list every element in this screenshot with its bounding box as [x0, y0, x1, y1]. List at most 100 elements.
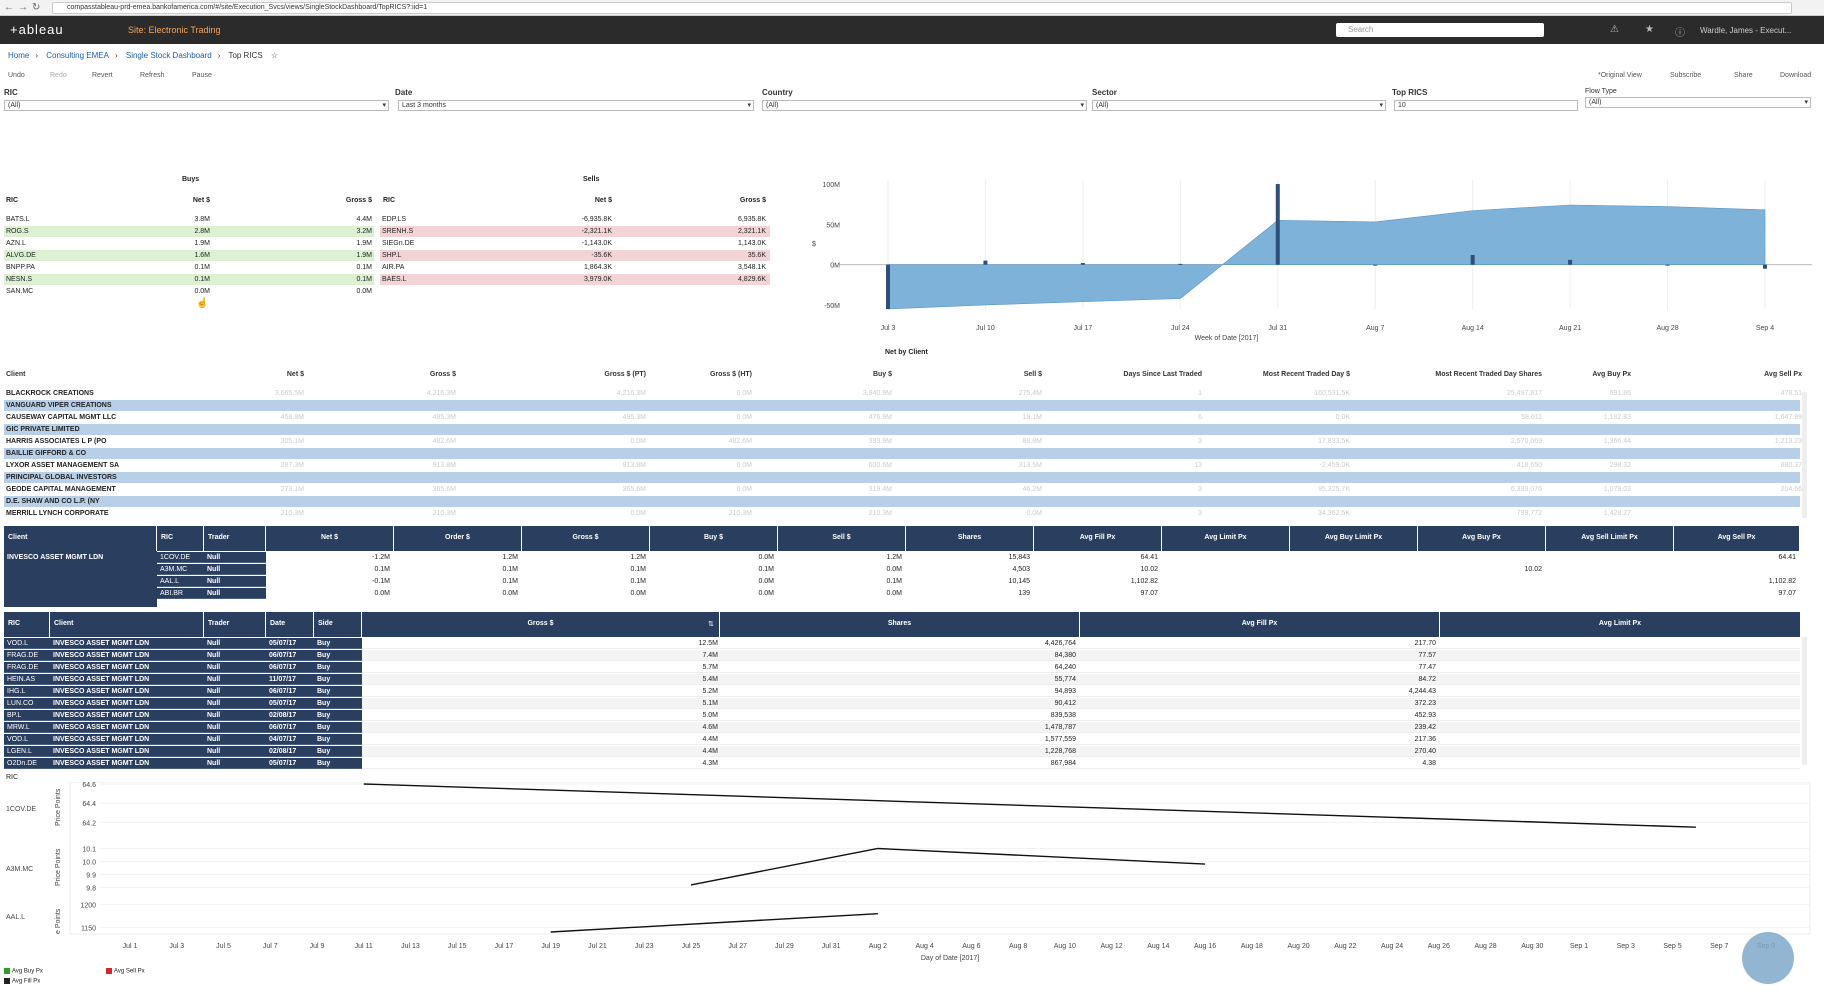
client-detail-col-header[interactable]: Client [4, 526, 157, 551]
trade-ric[interactable]: O2Dn.DE [4, 758, 50, 769]
tableau-logo[interactable]: +ableau [10, 22, 64, 37]
top-chart-bar[interactable] [1568, 259, 1573, 265]
trades-col-header[interactable]: RIC [4, 612, 50, 637]
sells-row[interactable]: SIEGn.DE -1,143.0K 1,143.0K [380, 238, 770, 249]
trades-col-header[interactable]: Trader [204, 612, 266, 637]
net-by-client-col-header[interactable]: Sell $ [982, 371, 1042, 378]
feedback-bubble-icon[interactable] [1742, 932, 1794, 984]
price-chart-line[interactable] [690, 847, 1206, 886]
client-detail-ric[interactable]: A3M.MC [157, 564, 204, 575]
client-detail-col-header[interactable]: Avg Buy Limit Px [1290, 526, 1418, 551]
filter-sector-select[interactable]: (All) ▾ [1092, 100, 1386, 111]
net-by-client-scrollbar[interactable] [1802, 392, 1807, 518]
top-chart-bar[interactable] [1178, 263, 1183, 265]
site-selector[interactable]: Site: Electronic Trading [128, 25, 221, 35]
net-by-client-col-header[interactable]: Gross $ (HT) [680, 371, 752, 378]
net-by-client-col-header[interactable]: Most Recent Traded Day Shares [1422, 371, 1542, 378]
search-input[interactable]: Search [1336, 23, 1544, 37]
client-detail-col-header[interactable]: RIC [157, 526, 204, 551]
help-icon[interactable]: ⓘ [1675, 24, 1685, 39]
client-row[interactable]: BLACKROCK CREATIONS 3,665.5M 4,216.3M 4,216… [4, 388, 1802, 399]
trades-col-header[interactable]: Avg Limit Px [1440, 612, 1800, 637]
sells-row[interactable]: SHP.L -35.6K 35.6K [380, 250, 770, 261]
net-by-client-col-header[interactable]: Avg Buy Px [1575, 371, 1631, 378]
sells-row[interactable]: AIR.PA 1,864.3K 3,548.1K [380, 262, 770, 273]
revert-button[interactable]: Revert [92, 72, 113, 79]
sells-row[interactable]: BAES.L 3,979.0K 4,829.6K [380, 274, 770, 285]
breadcrumb-home[interactable]: Home [8, 51, 29, 60]
trade-ric[interactable]: IHG.L [4, 686, 50, 697]
client-row[interactable]: PRINCIPAL GLOBAL INVESTORS [4, 472, 1800, 483]
undo-button[interactable]: Undo [8, 72, 25, 79]
buys-row[interactable]: NESN.S 0.1M 0.1M [4, 274, 374, 285]
top-chart-bar[interactable] [1275, 184, 1280, 265]
favorites-icon[interactable]: ★ [1645, 24, 1654, 35]
net-by-client-col-header[interactable]: Avg Sell Px [1702, 371, 1802, 378]
client-detail-ric[interactable]: 1COV.DE [157, 552, 204, 563]
trade-ric[interactable]: BP.L [4, 710, 50, 721]
breadcrumb-project[interactable]: Consulting EMEA [46, 51, 109, 60]
reload-icon[interactable]: ↻ [32, 2, 40, 13]
client-row[interactable]: D.E. SHAW AND CO L.P. (NY [4, 496, 1800, 507]
download-button[interactable]: Download [1780, 72, 1811, 79]
client-detail-ric[interactable]: AAL.L [157, 576, 204, 587]
filter-ric-select[interactable]: (All) ▾ [4, 100, 389, 111]
trade-ric[interactable]: FRAG.DE [4, 662, 50, 673]
client-row[interactable]: GIC PRIVATE LIMITED [4, 424, 1800, 435]
buys-row[interactable]: BNPP.PA 0.1M 0.1M [4, 262, 374, 273]
trades-col-header[interactable]: Shares [720, 612, 1080, 637]
buys-row[interactable]: BATS.L 3.8M 4.4M [4, 214, 374, 225]
share-button[interactable]: Share [1734, 72, 1753, 79]
buys-row[interactable]: ROG.S 2.8M 3.2M [4, 226, 374, 237]
client-detail-col-header[interactable]: Avg Sell Limit Px [1546, 526, 1674, 551]
net-by-client-col-header[interactable]: Gross $ (PT) [560, 371, 646, 378]
client-row[interactable]: VANGUARD VIPER CREATIONS [4, 400, 1800, 411]
price-chart-line[interactable] [363, 783, 1696, 828]
sells-row[interactable]: SRENH.S -2,321.1K 2,321.1K [380, 226, 770, 237]
trade-ric[interactable]: LGEN.L [4, 746, 50, 757]
trades-scrollbar[interactable] [1802, 637, 1807, 765]
buys-row[interactable]: SAN.MC 0.0M 0.0M [4, 286, 374, 297]
back-icon[interactable]: ← [4, 2, 14, 13]
forward-icon[interactable]: → [18, 2, 28, 13]
client-row[interactable]: LYXOR ASSET MANAGEMENT SA 287.3M 913.8M 913… [4, 460, 1802, 471]
client-detail-col-header[interactable]: Avg Limit Px [1162, 526, 1290, 551]
net-by-client-col-header[interactable]: Buy $ [820, 371, 892, 378]
sort-icon[interactable]: ⇅ [708, 620, 714, 628]
buys-row[interactable]: AZN.L 1.9M 1.9M [4, 238, 374, 249]
trade-ric[interactable]: LUN.CO [4, 698, 50, 709]
trades-col-header[interactable]: Side [314, 612, 362, 637]
client-row[interactable]: HARRIS ASSOCIATES L P (PO 305.1M 482.6M 0.0… [4, 436, 1802, 447]
client-detail-col-header[interactable]: Shares [906, 526, 1034, 551]
client-detail-col-header[interactable]: Avg Fill Px [1034, 526, 1162, 551]
subscribe-button[interactable]: Subscribe [1670, 72, 1701, 79]
trade-ric[interactable]: VOD.L [4, 638, 50, 649]
redo-button[interactable]: Redo [50, 72, 67, 79]
trade-ric[interactable]: MRW.L [4, 722, 50, 733]
client-detail-col-header[interactable]: Buy $ [650, 526, 778, 551]
net-by-client-col-header[interactable]: Most Recent Traded Day $ [1262, 371, 1350, 378]
user-menu[interactable]: Wardle, James - Execut... [1700, 26, 1791, 35]
filter-country-select[interactable]: (All) ▾ [762, 100, 1087, 111]
net-by-client-col-header[interactable]: Client [6, 371, 25, 378]
client-row[interactable]: MERRILL LYNCH CORPORATE 210.3M 210.3M 0.0M 2… [4, 508, 1800, 519]
legend-item[interactable]: Avg Fill Px [4, 978, 40, 985]
trade-ric[interactable]: HEIN.AS [4, 674, 50, 685]
top-chart-bar[interactable] [886, 264, 890, 309]
trades-col-header[interactable]: Date [266, 612, 314, 637]
client-row[interactable]: CAUSEWAY CAPITAL MGMT LLC 458.8M 495.3M 495… [4, 412, 1802, 423]
top-chart-bar[interactable] [1080, 263, 1085, 265]
top-chart-bar[interactable] [1373, 264, 1378, 266]
filter-date-select[interactable]: Last 3 months ▾ [398, 100, 754, 111]
top-chart-area[interactable] [887, 204, 1766, 310]
client-detail-ric[interactable]: ABI.BR [157, 588, 204, 599]
favorite-star-icon[interactable]: ☆ [271, 51, 278, 60]
top-chart-bar[interactable] [1470, 254, 1475, 265]
top-chart-bar[interactable] [1763, 264, 1767, 269]
top-chart-bar[interactable] [1665, 264, 1670, 266]
client-detail-col-header[interactable]: Gross $ [522, 526, 650, 551]
client-detail-col-header[interactable]: Avg Sell Px [1674, 526, 1800, 551]
trades-col-header[interactable]: Gross $ [362, 612, 720, 637]
client-detail-col-header[interactable]: Order $ [394, 526, 522, 551]
client-row[interactable]: GEODE CAPITAL MANAGEMENT 273.1M 365.6M 365.… [4, 484, 1802, 495]
